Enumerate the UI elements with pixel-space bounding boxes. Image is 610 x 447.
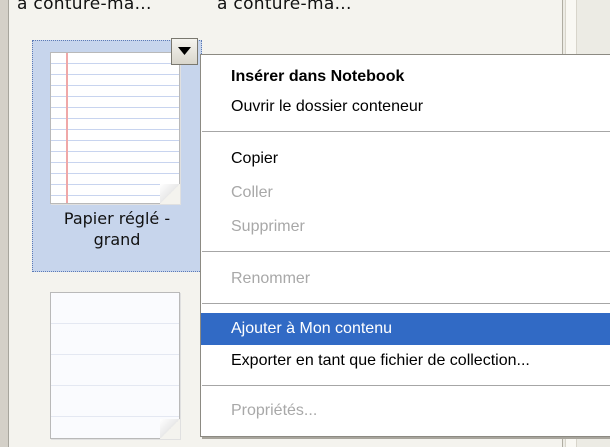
menu-separator — [202, 251, 610, 252]
menu-separator — [202, 303, 610, 304]
menu-item-copy[interactable]: Copier — [201, 143, 610, 175]
menu-item-insert-notebook[interactable]: Insérer dans Notebook — [201, 61, 610, 93]
context-menu: Insérer dans Notebook Ouvrir le dossier … — [200, 54, 610, 437]
menu-separator — [202, 385, 610, 386]
page-curl-icon — [160, 184, 180, 204]
page-curl-icon — [160, 419, 180, 439]
gallery-item-label: à conture-ma... — [17, 0, 152, 14]
item-menu-button[interactable] — [171, 38, 198, 65]
triangle-down-icon — [178, 47, 191, 55]
gallery-item-label: à conture-ma... — [217, 0, 352, 14]
menu-item-open-folder[interactable]: Ouvrir le dossier conteneur — [201, 91, 610, 123]
menu-item-paste[interactable]: Coller — [201, 177, 610, 209]
menu-item-export-collection[interactable]: Exporter en tant que fichier de collecti… — [201, 345, 610, 377]
menu-item-add-to-my-content[interactable]: Ajouter à Mon contenu — [201, 313, 610, 345]
gallery-item-title-line2: grand — [93, 230, 141, 249]
blank-paper-thumbnail[interactable] — [50, 292, 180, 439]
menu-item-properties[interactable]: Propriétés... — [201, 395, 610, 427]
gallery-item-title-line1: Papier réglé - — [63, 209, 171, 228]
menu-separator — [202, 131, 610, 132]
left-panel-border — [0, 0, 9, 447]
menu-item-rename[interactable]: Renommer — [201, 263, 610, 295]
menu-item-delete[interactable]: Supprimer — [201, 211, 610, 243]
lined-paper-thumbnail[interactable] — [50, 52, 180, 204]
